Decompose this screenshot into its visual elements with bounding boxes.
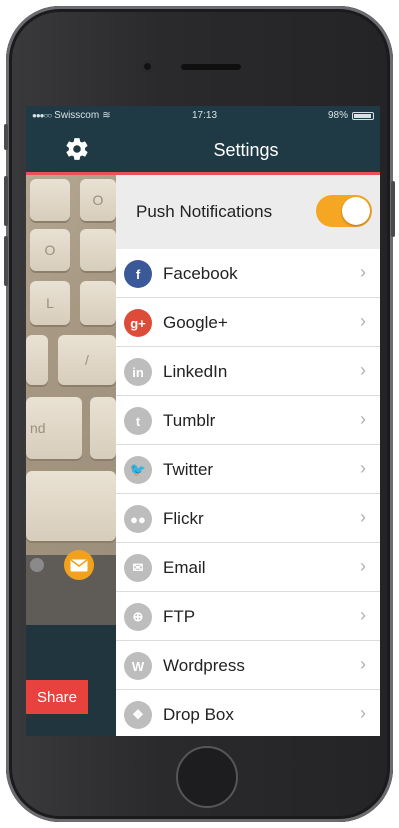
chevron-right-icon: ›: [360, 556, 366, 576]
status-bar: ●●●○○ Swisscom ≋ 17:13 98%: [26, 106, 380, 126]
photo-key: nd: [26, 397, 82, 459]
service-label: LinkedIn: [163, 362, 228, 381]
google-plus-icon: g+: [124, 309, 152, 337]
settings-panel: Push Notifications f Facebook › g+ Google+ › i…: [116, 175, 380, 736]
keyboard-photo: O O L / nd: [26, 175, 116, 555]
photo-key: O: [80, 179, 116, 221]
envelope-icon: [70, 558, 88, 571]
service-label: Twitter: [163, 460, 214, 479]
tumblr-icon: t: [124, 407, 152, 435]
photo-key: [80, 281, 116, 325]
gear-icon[interactable]: [64, 136, 90, 162]
chevron-right-icon: ›: [360, 605, 366, 625]
photo-key: [30, 179, 70, 221]
photo-key: [26, 335, 48, 385]
service-row-linkedin[interactable]: in LinkedIn ›: [116, 347, 380, 396]
service-row-tumblr[interactable]: t Tumblr ›: [116, 396, 380, 445]
volume-up-button: [4, 176, 8, 226]
service-label: Wordpress: [163, 656, 245, 675]
service-row-twitter[interactable]: 🐦 Twitter ›: [116, 445, 380, 494]
phone-screen: ●●●○○ Swisscom ≋ 17:13 98% Settings O O …: [26, 106, 380, 736]
chevron-right-icon: ›: [360, 360, 366, 380]
chevron-right-icon: ›: [360, 507, 366, 527]
photo-key: [80, 229, 116, 271]
push-notifications-label: Push Notifications: [136, 202, 273, 221]
dropbox-icon: ❖: [124, 701, 152, 729]
chevron-right-icon: ›: [360, 409, 366, 429]
service-row-google-[interactable]: g+ Google+ ›: [116, 298, 380, 347]
toggle-knob: [342, 197, 370, 225]
photo-key: L: [30, 281, 70, 325]
service-row-flickr[interactable]: ●● Flickr ›: [116, 494, 380, 543]
chevron-right-icon: ›: [360, 458, 366, 478]
wifi-icon: ≋: [102, 110, 111, 121]
wordpress-icon: W: [124, 652, 152, 680]
chevron-right-icon: ›: [360, 262, 366, 282]
service-row-drop-box[interactable]: ❖ Drop Box ›: [116, 690, 380, 736]
service-label: Drop Box: [163, 705, 234, 724]
email-icon: ✉: [124, 554, 152, 582]
linkedin-icon: in: [124, 358, 152, 386]
chevron-right-icon: ›: [360, 311, 366, 331]
mail-icon[interactable]: [64, 550, 94, 580]
push-notifications-row: Push Notifications: [116, 175, 380, 250]
facebook-icon: f: [124, 260, 152, 288]
service-row-email[interactable]: ✉ Email ›: [116, 543, 380, 592]
home-button[interactable]: [176, 746, 238, 808]
option-dot[interactable]: [30, 558, 44, 572]
mute-switch: [4, 124, 8, 150]
photo-key: [90, 397, 116, 459]
service-label: Flickr: [163, 509, 204, 528]
photo-key: [26, 471, 116, 541]
photo-key: /: [58, 335, 116, 385]
battery-percent: 98%: [327, 110, 348, 121]
service-label: Tumblr: [163, 411, 216, 430]
status-time: 17:13: [192, 110, 218, 121]
earpiece-speaker: [181, 64, 241, 70]
service-label: Facebook: [163, 264, 238, 283]
battery-icon: [352, 111, 374, 120]
flickr-icon: ●●: [124, 505, 152, 533]
service-row-ftp[interactable]: ⊕ FTP ›: [116, 592, 380, 641]
services-list: f Facebook › g+ Google+ › in LinkedIn › t Tumblr › 🐦…: [116, 249, 380, 736]
share-button[interactable]: Share: [26, 680, 88, 714]
volume-down-button: [4, 236, 8, 286]
service-row-facebook[interactable]: f Facebook ›: [116, 249, 380, 298]
signal-strength: ●●●○○: [32, 111, 52, 120]
nav-bar: Settings: [26, 126, 380, 172]
carrier-name: Swisscom: [54, 110, 100, 121]
front-camera: [142, 61, 153, 72]
chevron-right-icon: ›: [360, 654, 366, 674]
push-notifications-toggle[interactable]: [316, 195, 372, 227]
service-label: Email: [163, 558, 206, 577]
page-title: Settings: [213, 140, 279, 160]
service-label: Google+: [163, 313, 228, 332]
twitter-icon: 🐦: [124, 456, 152, 484]
service-label: FTP: [163, 607, 196, 626]
chevron-right-icon: ›: [360, 703, 366, 723]
service-row-wordpress[interactable]: W Wordpress ›: [116, 641, 380, 690]
power-button: [391, 181, 395, 237]
ftp-globe-icon: ⊕: [124, 603, 152, 631]
photo-key: O: [30, 229, 70, 271]
